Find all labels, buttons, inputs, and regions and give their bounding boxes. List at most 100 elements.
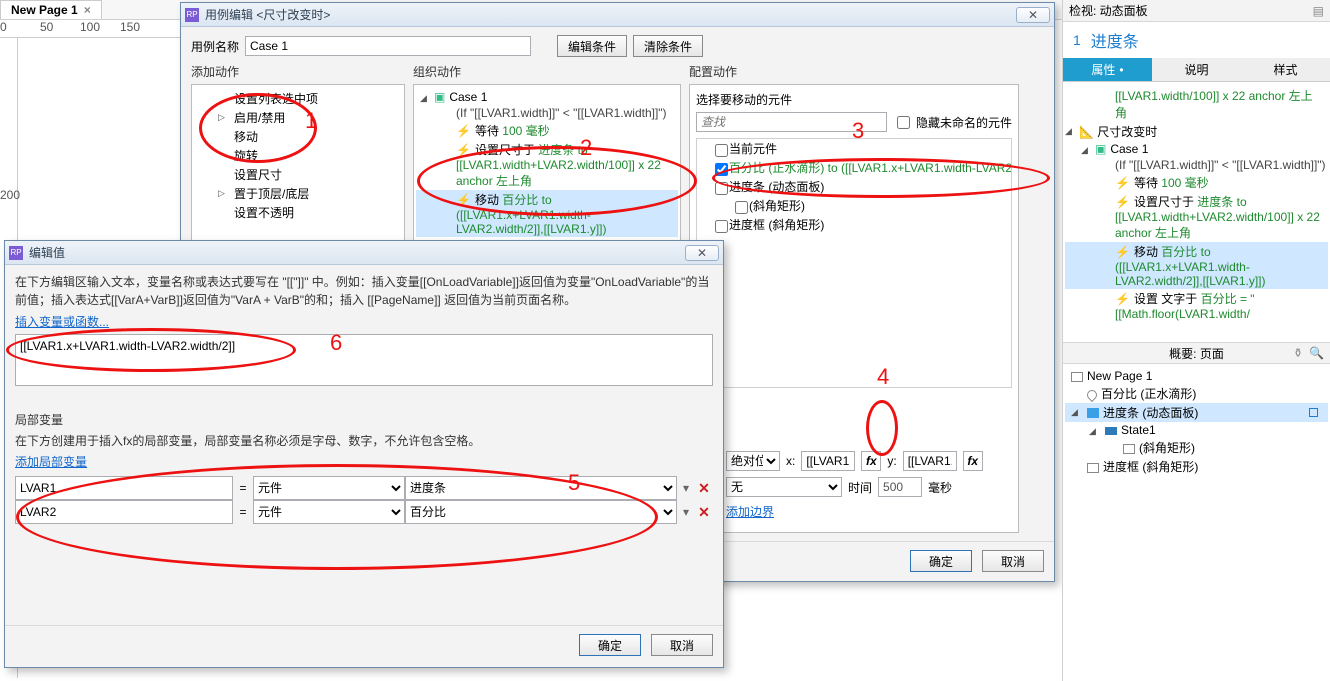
edit-value-dialog: RP 编辑值 ✕ 在下方编辑区输入文本，变量名称或表达式要写在 "[["]]" … <box>4 240 724 668</box>
widget-option[interactable]: 进度框 (斜角矩形) <box>697 215 1011 234</box>
dialog-title: 用例编辑 <尺寸改变时> <box>205 6 330 23</box>
anim-select[interactable]: 无 <box>726 477 842 497</box>
chevron-down-icon[interactable]: ▾ <box>677 476 695 500</box>
ms-label: 毫秒 <box>928 479 952 496</box>
outline-title: 概要: 页面 <box>1169 345 1224 362</box>
case-name-label: 用例名称 <box>191 38 239 55</box>
close-button[interactable]: ✕ <box>1016 7 1050 23</box>
outline-item[interactable]: ◢State1 <box>1065 422 1328 438</box>
outline-item[interactable]: ◢进度条 (动态面板) <box>1065 403 1328 422</box>
clear-condition-button[interactable]: 清除条件 <box>633 35 703 57</box>
var-type-select[interactable]: 元件 <box>253 500 405 524</box>
time-label: 时间 <box>848 479 872 496</box>
local-var-header: 局部变量 <box>15 411 713 428</box>
breadcrumb-index: 1 <box>1073 32 1081 48</box>
ok-button[interactable]: 确定 <box>910 550 972 572</box>
var-name-input[interactable] <box>15 476 233 500</box>
edit-condition-button[interactable]: 编辑条件 <box>557 35 627 57</box>
configure-panel: 选择要移动的元件 隐藏未命名的元件 当前元件 百分比 (正水滴形) to ([[… <box>689 84 1019 533</box>
y-input[interactable] <box>903 451 957 471</box>
action-settext[interactable]: ⚡设置 文字于 百分比 = "[[Math.floor(LVAR1.width/ <box>1065 289 1328 322</box>
case-node[interactable]: ◢▣Case 1 <box>416 89 678 105</box>
var-target-select[interactable]: 百分比 <box>405 500 677 524</box>
action-wait[interactable]: ⚡等待 100 毫秒 <box>416 121 678 140</box>
add-actions-header: 添加动作 <box>191 63 405 80</box>
local-var-help: 在下方创建用于插入fx的局部变量，局部变量名称必须是字母、数字，不允许包含空格。 <box>15 432 713 449</box>
delete-icon[interactable]: ✕ <box>695 500 713 524</box>
case-node[interactable]: ◢▣Case 1 <box>1065 141 1328 157</box>
x-label: x: <box>786 454 795 468</box>
close-button[interactable]: ✕ <box>685 245 719 261</box>
insert-var-link[interactable]: 插入变量或函数... <box>15 315 109 329</box>
inspector-panel: 检视: 动态面板 ▤ 1 进度条 属性• 说明 样式 [[LVAR1.width… <box>1062 0 1330 681</box>
annotation-1: 1 <box>305 108 317 134</box>
time-input <box>878 477 922 497</box>
delete-icon[interactable]: ✕ <box>695 476 713 500</box>
event-node[interactable]: ◢📐 尺寸改变时 <box>1065 122 1328 141</box>
annotation-4: 4 <box>877 364 889 390</box>
condition-node: (If "[[LVAR1.width]]" < "[[LVAR1.width]]… <box>1065 157 1328 173</box>
x-input[interactable] <box>801 451 855 471</box>
case-name-input[interactable] <box>245 36 531 56</box>
add-local-var-link[interactable]: 添加局部变量 <box>15 455 87 469</box>
dialog-titlebar[interactable]: RP 编辑值 ✕ <box>5 241 723 265</box>
outline-item[interactable]: 进度框 (斜角矩形) <box>1065 457 1328 476</box>
filter-icon[interactable]: ⚱ <box>1293 346 1303 360</box>
annotation-5: 5 <box>568 470 580 496</box>
inspector-title: 检视: 动态面板 <box>1069 2 1148 19</box>
page-icon[interactable]: ▤ <box>1313 4 1324 18</box>
local-var-row: = 元件 百分比 ▾ ✕ <box>15 500 713 524</box>
tab-notes[interactable]: 说明 <box>1152 58 1241 82</box>
action-item[interactable]: ▷置于顶层/底层 <box>194 184 402 203</box>
outline-item[interactable]: New Page 1 <box>1065 368 1328 384</box>
widget-checklist[interactable]: 当前元件 百分比 (正水滴形) to ([[LVAR1.x+LVAR1.widt… <box>696 138 1012 388</box>
outline-item[interactable]: 百分比 (正水滴形) <box>1065 384 1328 403</box>
var-type-select[interactable]: 元件 <box>253 476 405 500</box>
fx-x-button[interactable]: fx <box>861 451 881 471</box>
organize-actions-header: 组织动作 <box>413 63 681 80</box>
action-item[interactable]: 移动 <box>194 127 402 146</box>
annotation-6: 6 <box>330 330 342 356</box>
tab-properties[interactable]: 属性• <box>1063 58 1152 82</box>
dialog-titlebar[interactable]: RP 用例编辑 <尺寸改变时> ✕ <box>181 3 1054 27</box>
page-tab[interactable]: New Page 1 × <box>0 0 102 19</box>
expression-input[interactable]: [[LVAR1.x+LVAR1.width-LVAR2.width/2]] <box>15 334 713 386</box>
action-item[interactable]: 旋转 <box>194 146 402 165</box>
dialog-title: 编辑值 <box>29 244 65 261</box>
outline-item[interactable]: (斜角矩形) <box>1065 438 1328 457</box>
close-icon[interactable]: × <box>84 3 91 17</box>
action-setsize[interactable]: ⚡设置尺寸于 进度条 to [[LVAR1.width+LVAR2.width/… <box>416 140 678 190</box>
action-item[interactable]: 设置尺寸 <box>194 165 402 184</box>
widget-option[interactable]: (斜角矩形) <box>697 196 1011 215</box>
chevron-down-icon[interactable]: ▾ <box>677 500 695 524</box>
var-target-select[interactable]: 进度条 <box>405 476 677 500</box>
action-item[interactable]: ▷启用/禁用 <box>194 108 402 127</box>
cancel-button[interactable]: 取消 <box>982 550 1044 572</box>
local-var-table: = 元件 进度条 ▾ ✕ = 元件 百分比 ▾ ✕ <box>15 476 713 524</box>
ruler-horizontal: 050100150 <box>0 20 180 38</box>
ok-button[interactable]: 确定 <box>579 634 641 656</box>
interaction-tree[interactable]: [[LVAR1.width/100]] x 22 anchor 左上角 ◢📐 尺… <box>1063 82 1330 342</box>
add-boundary-link[interactable]: 添加边界 <box>726 503 774 520</box>
cancel-button[interactable]: 取消 <box>651 634 713 656</box>
page-tab-label: New Page 1 <box>11 3 78 17</box>
action-setsize[interactable]: ⚡设置尺寸于 进度条 to [[LVAR1.width+LVAR2.width/… <box>1065 192 1328 242</box>
action-wait[interactable]: ⚡等待 100 毫秒 <box>1065 173 1328 192</box>
action-item[interactable]: 设置列表选中项 <box>194 89 402 108</box>
action-move[interactable]: ⚡移动 百分比 to ([[LVAR1.x+LVAR1.width-LVAR2.… <box>1065 242 1328 289</box>
condition-node: (If "[[LVAR1.width]]" < "[[LVAR1.width]]… <box>416 105 678 121</box>
search-icon[interactable]: 🔍 <box>1309 346 1324 360</box>
hide-unnamed-checkbox[interactable]: 隐藏未命名的元件 <box>893 113 1012 132</box>
widget-option[interactable]: 百分比 (正水滴形) to ([[LVAR1.x+LVAR1.width-LVA… <box>697 158 1011 177</box>
action-item[interactable]: 设置不透明 <box>194 203 402 222</box>
move-mode-select[interactable]: 绝对位 <box>726 451 780 471</box>
breadcrumb-title: 进度条 <box>1091 28 1139 52</box>
fx-y-button[interactable]: fx <box>963 451 983 471</box>
var-name-input[interactable] <box>15 500 233 524</box>
widget-option[interactable]: 进度条 (动态面板) <box>697 177 1011 196</box>
annotation-2: 2 <box>580 135 592 161</box>
outline-tree[interactable]: New Page 1 百分比 (正水滴形) ◢进度条 (动态面板) ◢State… <box>1063 364 1330 681</box>
help-text: 在下方编辑区输入文本，变量名称或表达式要写在 "[["]]" 中。例如：插入变量… <box>15 273 713 309</box>
tab-style[interactable]: 样式 <box>1241 58 1330 82</box>
action-move[interactable]: ⚡移动 百分比 to ([[LVAR1.x+LVAR1.width-LVAR2.… <box>416 190 678 237</box>
